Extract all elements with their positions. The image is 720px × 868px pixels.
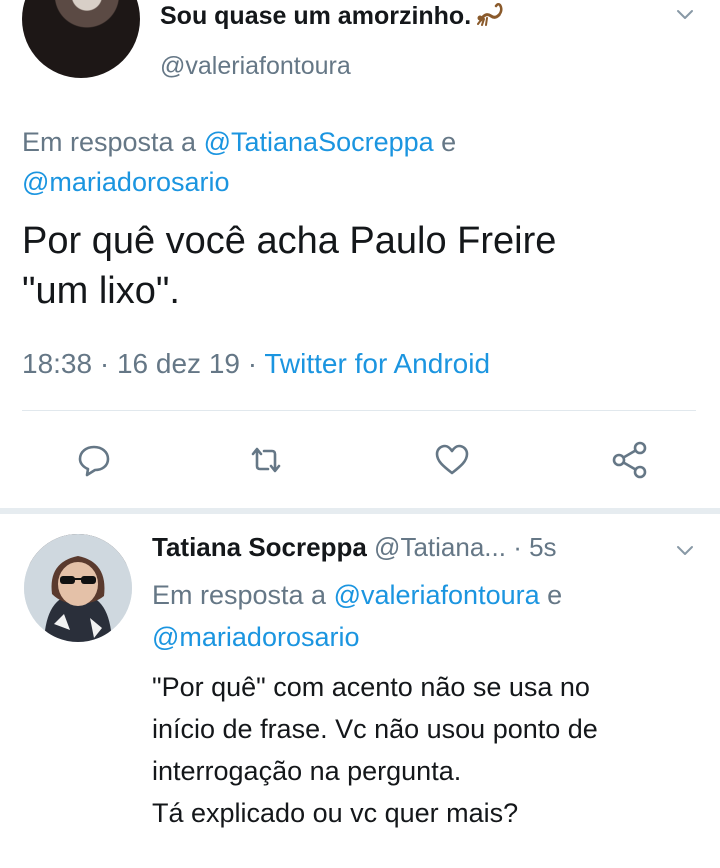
tweet-date: 16 dez 19 xyxy=(116,348,240,379)
retweet-button[interactable] xyxy=(246,440,286,480)
heart-icon xyxy=(435,444,469,475)
avatar[interactable] xyxy=(24,534,132,642)
share-button[interactable] xyxy=(610,440,650,480)
divider xyxy=(22,410,696,411)
chevron-down-icon[interactable] xyxy=(676,544,694,558)
reply-button[interactable] xyxy=(74,440,114,480)
mention-link[interactable]: @mariadorosario xyxy=(152,622,359,652)
retweet-icon xyxy=(251,447,281,473)
reply-and: e xyxy=(547,580,563,610)
tweet-text-line: "Por quê" com acento não se usa no xyxy=(152,672,590,702)
tweet-time: 5s xyxy=(529,532,557,562)
tweet-text: "Por quê" com acento não se usa no iníci… xyxy=(152,666,712,834)
reply-icon xyxy=(78,445,110,477)
tweet-text-line: Por quê você acha Paulo Freire xyxy=(22,220,557,262)
mention-link[interactable]: @valeriafontoura xyxy=(334,580,540,610)
reply-tweet[interactable]: Tatiana Socreppa @Tatiana... · 5s Em res… xyxy=(0,514,720,868)
tweet-source-link[interactable]: Twitter for Android xyxy=(264,348,490,379)
reply-context: Em resposta a @TatianaSocreppa e @mariad… xyxy=(22,122,682,202)
avatar[interactable] xyxy=(22,0,140,78)
user-handle[interactable]: @valeriafontoura xyxy=(160,52,351,81)
display-name-text[interactable]: Sou quase um amorzinho. xyxy=(160,2,471,30)
meta-separator: · xyxy=(247,348,258,379)
chevron-down-icon[interactable] xyxy=(676,8,694,22)
tweet-text-line: Tá explicado ou vc quer mais? xyxy=(152,798,519,828)
reply-author[interactable]: Tatiana Socreppa @Tatiana... · 5s xyxy=(152,532,557,563)
scorpion-icon xyxy=(477,2,503,26)
tweet-text-line: início de frase. Vc não usou ponto de xyxy=(152,714,598,744)
share-icon xyxy=(612,441,647,479)
like-button[interactable] xyxy=(432,440,472,480)
mention-link[interactable]: @TatianaSocreppa xyxy=(204,127,434,157)
tweet-text-line: interrogação na pergunta. xyxy=(152,756,462,786)
meta-separator: · xyxy=(99,348,110,379)
reply-prefix: Em resposta a xyxy=(152,580,327,610)
reply-context: Em resposta a @valeriafontoura e @mariad… xyxy=(152,574,712,658)
reply-and: e xyxy=(441,127,457,157)
user-handle[interactable]: @Tatiana... xyxy=(374,532,506,562)
display-name[interactable]: Tatiana Socreppa xyxy=(152,532,367,562)
mention-link[interactable]: @mariadorosario xyxy=(22,167,229,197)
tweet-meta: 18:38 · 16 dez 19 · Twitter for Android xyxy=(22,348,490,380)
meta-separator: · xyxy=(513,532,522,562)
main-tweet: Sou quase um amorzinho. @valeriafontoura… xyxy=(0,0,720,510)
display-name[interactable]: Sou quase um amorzinho. xyxy=(160,2,505,31)
avatar-photo xyxy=(24,534,132,642)
tweet-text: Por quê você acha Paulo Freire "um lixo"… xyxy=(22,216,712,316)
reply-prefix: Em resposta a xyxy=(22,127,197,157)
tweet-time: 18:38 xyxy=(22,348,93,379)
tweet-text-line: "um lixo". xyxy=(22,270,180,312)
